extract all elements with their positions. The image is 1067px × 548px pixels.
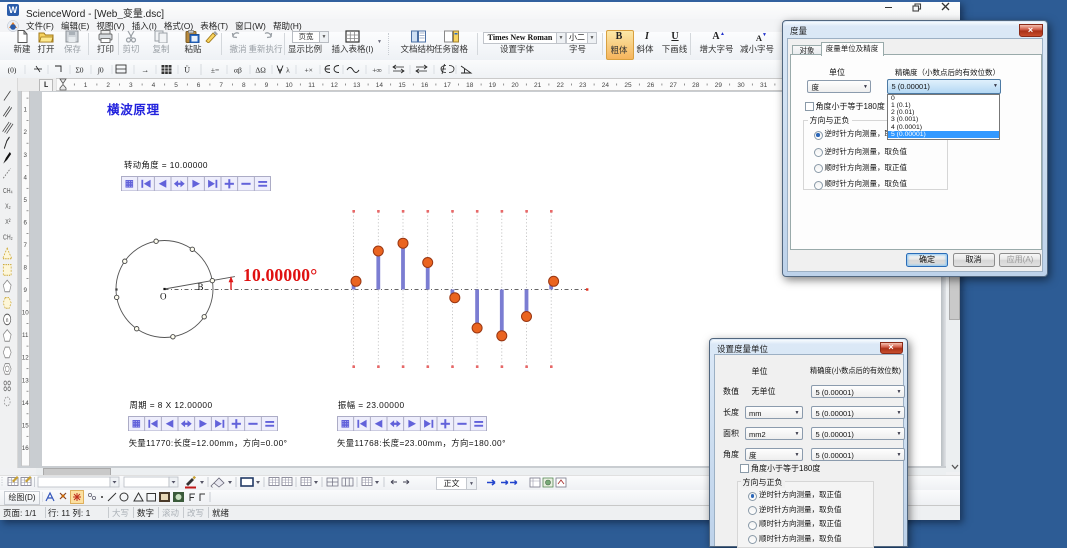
svg-text:CH₂: CH₂ <box>3 233 13 241</box>
svg-text:22: 22 <box>557 82 565 89</box>
svg-text:11: 11 <box>308 82 315 89</box>
svg-text:11: 11 <box>21 332 28 339</box>
svg-text:5: 5 <box>23 197 27 204</box>
svg-text:+×: +× <box>304 65 312 74</box>
svg-text:19: 19 <box>489 82 497 89</box>
svg-text:O: O <box>160 292 167 302</box>
svg-text:1: 1 <box>84 82 88 89</box>
svg-text:B: B <box>198 282 204 292</box>
svg-text:16: 16 <box>421 82 429 89</box>
svg-text:4: 4 <box>23 174 27 181</box>
svg-text:X²: X² <box>5 218 11 226</box>
svg-text:28: 28 <box>692 82 700 89</box>
svg-text:n: n <box>6 315 8 324</box>
svg-text:8: 8 <box>242 82 246 89</box>
svg-text:17: 17 <box>444 82 452 89</box>
svg-text:13: 13 <box>21 377 28 384</box>
svg-text:λ: λ <box>286 65 290 74</box>
svg-text:∫0: ∫0 <box>97 65 104 74</box>
svg-text:24: 24 <box>602 82 610 89</box>
svg-text:6: 6 <box>197 82 201 89</box>
svg-text:27: 27 <box>670 82 678 89</box>
svg-text:2: 2 <box>23 129 27 136</box>
svg-text:30: 30 <box>737 82 745 89</box>
svg-text:26: 26 <box>647 82 655 89</box>
svg-text:3: 3 <box>129 82 133 89</box>
svg-text:5: 5 <box>174 82 178 89</box>
svg-text:9: 9 <box>265 82 269 89</box>
svg-text:±=: ±= <box>211 65 219 74</box>
svg-text:29: 29 <box>715 82 723 89</box>
svg-text:9: 9 <box>23 287 27 294</box>
svg-text:16: 16 <box>21 445 28 452</box>
svg-text:+∞: +∞ <box>372 65 382 74</box>
svg-text:25: 25 <box>624 82 632 89</box>
svg-text:Ü: Ü <box>184 65 190 74</box>
svg-text:12: 12 <box>21 355 28 362</box>
svg-text:→: → <box>141 65 149 74</box>
svg-text:15: 15 <box>21 422 28 429</box>
svg-text:7: 7 <box>219 82 223 89</box>
svg-text:7: 7 <box>23 242 27 249</box>
svg-text:ΔΩ: ΔΩ <box>255 65 266 74</box>
svg-text:4: 4 <box>152 82 156 89</box>
svg-text:Σ0: Σ0 <box>75 65 83 74</box>
svg-text:21: 21 <box>534 82 542 89</box>
svg-text:10: 10 <box>21 310 28 317</box>
svg-text:1: 1 <box>23 107 27 114</box>
svg-text:13: 13 <box>353 82 361 89</box>
svg-text:(0): (0) <box>8 65 17 74</box>
svg-text:15: 15 <box>398 82 406 89</box>
svg-text:CH₄: CH₄ <box>3 187 13 195</box>
svg-text:31: 31 <box>760 82 768 89</box>
svg-text:14: 14 <box>21 400 28 407</box>
svg-text:23: 23 <box>579 82 587 89</box>
svg-text:12: 12 <box>331 82 339 89</box>
svg-text:20: 20 <box>511 82 519 89</box>
svg-text:10: 10 <box>285 82 293 89</box>
svg-text:6: 6 <box>23 219 27 226</box>
svg-text:8: 8 <box>23 265 27 272</box>
svg-text:X₂: X₂ <box>5 202 11 210</box>
svg-text:2: 2 <box>106 82 110 89</box>
svg-text:14: 14 <box>376 82 384 89</box>
svg-text:18: 18 <box>466 82 474 89</box>
svg-text:3: 3 <box>23 152 27 159</box>
svg-text:αβ: αβ <box>234 65 242 74</box>
